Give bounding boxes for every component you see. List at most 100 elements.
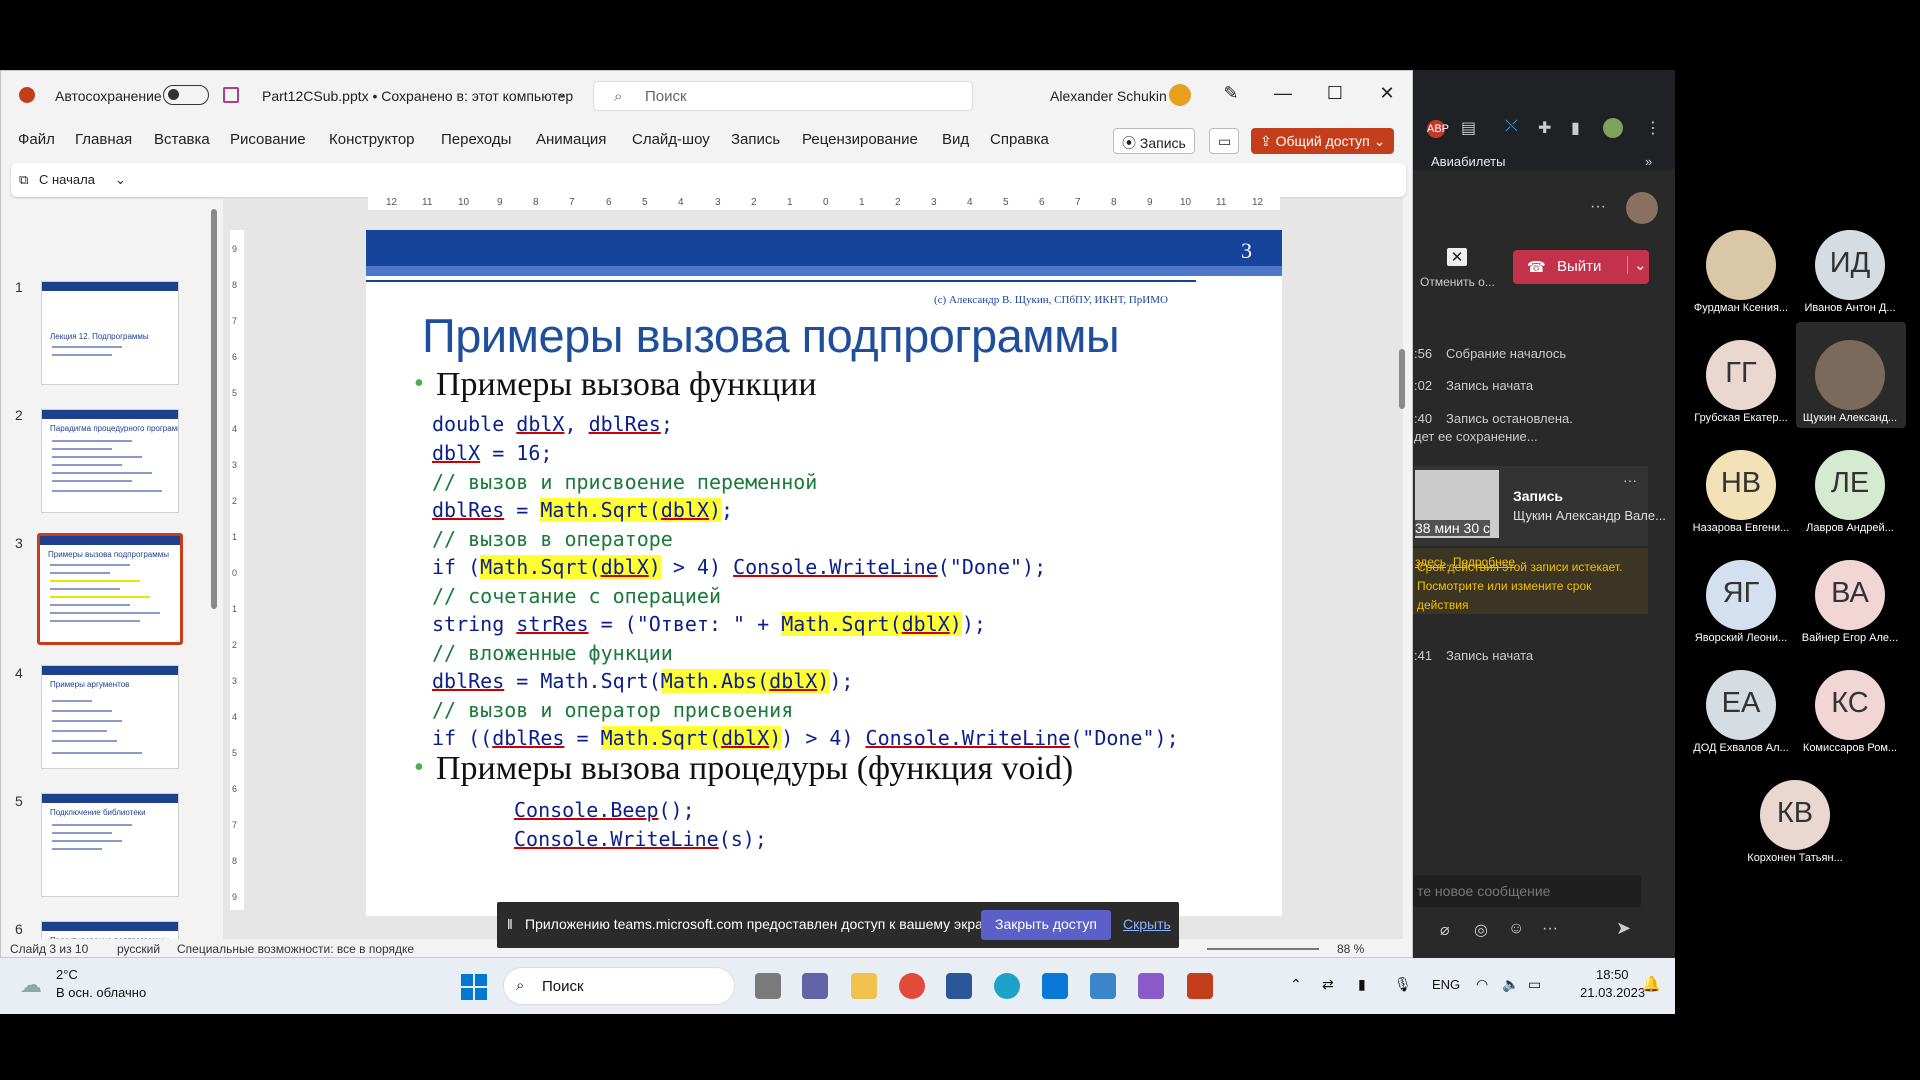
tab-insert[interactable]: Вставка <box>154 131 210 148</box>
profile-icon[interactable] <box>1603 118 1623 138</box>
adblock-icon[interactable]: ABP <box>1427 120 1449 138</box>
current-slide[interactable]: 3 (c) Александр В. Щукин, СПбПУ, ИКНТ, П… <box>366 230 1282 916</box>
notifications-icon[interactable]: 🔔 <box>1642 975 1661 993</box>
input-language[interactable]: ENG <box>1432 977 1460 992</box>
taskbar-search[interactable]: ⌕ Поиск <box>503 967 735 1005</box>
loop-icon[interactable]: ◎ <box>1474 920 1488 940</box>
participant-avatar[interactable]: НВ <box>1706 450 1776 520</box>
customize-qat-icon[interactable]: ⌄ <box>115 172 126 188</box>
teams-chat-icon[interactable] <box>802 973 828 999</box>
message-input[interactable]: те новое сообщение <box>1413 875 1641 907</box>
stop-sharing-button[interactable]: Закрыть доступ <box>981 910 1111 940</box>
cancel-label[interactable]: Отменить о... <box>1420 275 1495 289</box>
user-avatar-icon[interactable] <box>1169 84 1191 106</box>
self-avatar[interactable] <box>1626 192 1658 224</box>
chevron-down-icon[interactable]: ⌄ <box>1627 256 1647 274</box>
visual-studio-icon[interactable] <box>1138 973 1164 999</box>
save-icon[interactable] <box>223 87 239 103</box>
hide-notice-link[interactable]: Скрыть <box>1123 916 1171 932</box>
chevron-down-icon[interactable]: ⌄ <box>557 86 567 100</box>
task-view-icon[interactable] <box>755 973 781 999</box>
volume-icon[interactable]: 🔈 <box>1502 976 1519 993</box>
bookmarks-overflow-icon[interactable]: » <box>1645 154 1652 169</box>
extension-icon[interactable]: ▤ <box>1461 118 1476 138</box>
leave-button[interactable]: ☎ Выйти ⌄ <box>1513 250 1649 284</box>
clock-date[interactable]: 21.03.2023 <box>1580 985 1645 1000</box>
minimize-icon[interactable]: — <box>1271 83 1295 104</box>
weather-text[interactable]: В осн. облачно <box>56 985 146 1000</box>
canvas-scrollbar[interactable] <box>1397 199 1407 939</box>
weather-icon[interactable]: ☁ <box>20 972 42 998</box>
comments-button[interactable]: ▭ <box>1209 128 1239 154</box>
participant-avatar[interactable]: ВА <box>1815 560 1885 630</box>
tab-draw[interactable]: Рисование <box>230 131 306 148</box>
share-button[interactable]: ⇪ Общий доступ ⌄ <box>1251 128 1395 154</box>
battery-icon[interactable]: ▭ <box>1528 976 1541 993</box>
slide-thumbnail-4[interactable]: Примеры аргументов <box>41 665 179 769</box>
participant-avatar[interactable]: ГГ <box>1706 340 1776 410</box>
bullet-functions[interactable]: Примеры вызова функции <box>414 366 816 404</box>
send-icon[interactable]: ➤ <box>1616 918 1631 939</box>
clock-time[interactable]: 18:50 <box>1596 967 1629 982</box>
file-name[interactable]: Part12CSub.pptx • Сохранено в: этот комп… <box>262 88 573 104</box>
network-share-icon[interactable]: ⇄ <box>1322 976 1334 993</box>
word-icon[interactable] <box>946 973 972 999</box>
participant-avatar[interactable]: ЯГ <box>1706 560 1776 630</box>
participant-avatar[interactable] <box>1815 340 1885 410</box>
recording-card[interactable]: 38 мин 30 с Запись Щукин Александр Вале.… <box>1413 466 1666 546</box>
thumbnails-scrollbar[interactable] <box>209 199 219 939</box>
accessibility-status[interactable]: Специальные возможности: все в порядке <box>177 942 414 956</box>
slide-title[interactable]: Примеры вызова подпрограммы <box>422 308 1120 363</box>
attach-icon[interactable]: ⌀ <box>1440 920 1450 940</box>
participant-avatar[interactable]: ЛЕ <box>1815 450 1885 520</box>
tab-home[interactable]: Главная <box>75 131 132 148</box>
participant-avatar[interactable]: КВ <box>1760 780 1830 850</box>
notepad-icon[interactable] <box>1090 973 1116 999</box>
search-input[interactable]: Поиск <box>645 88 687 105</box>
tab-file[interactable]: Файл <box>18 131 55 148</box>
slide-thumbnail-5[interactable]: Подключение библиотеки <box>41 793 179 897</box>
more-icon[interactable]: ⋮ <box>1645 118 1661 138</box>
powerpoint-taskbar-icon[interactable] <box>1187 973 1213 999</box>
tab-record[interactable]: Запись <box>731 131 780 148</box>
cancel-icon[interactable]: ✕ <box>1447 248 1467 266</box>
sidepanel-icon[interactable]: ▮ <box>1571 118 1580 138</box>
bullet-procedures[interactable]: Примеры вызова процедуры (функция void) <box>414 750 1073 788</box>
zoom-level[interactable]: 88 % <box>1337 942 1364 956</box>
file-explorer-icon[interactable] <box>851 973 877 999</box>
tab-review[interactable]: Рецензирование <box>802 131 918 148</box>
puzzle-icon[interactable]: ✚ <box>1538 118 1551 138</box>
slide-thumbnail-3[interactable]: Примеры вызова подпрограммы <box>37 533 183 645</box>
tab-animations[interactable]: Анимация <box>536 131 606 148</box>
language-indicator[interactable]: русский <box>117 942 160 956</box>
tab-view[interactable]: Вид <box>942 131 969 148</box>
record-button[interactable]: ⦿ Запись <box>1113 128 1195 154</box>
wifi-icon[interactable]: ◠ <box>1476 976 1488 993</box>
translate-icon[interactable]: ⤬ <box>1505 118 1518 136</box>
emoji-icon[interactable]: ☺ <box>1508 920 1524 938</box>
participant-avatar[interactable]: КС <box>1815 670 1885 740</box>
more-actions-icon[interactable]: ··· <box>1542 920 1558 938</box>
participant-avatar[interactable]: ИД <box>1815 230 1885 300</box>
participant-avatar[interactable]: ЕА <box>1706 670 1776 740</box>
edge-icon[interactable] <box>994 973 1020 999</box>
slide-thumbnail-2[interactable]: Парадигма процедурного программирования <box>41 409 179 513</box>
tab-transitions[interactable]: Переходы <box>441 131 511 148</box>
tray-overflow-icon[interactable]: ⌃ <box>1290 976 1302 993</box>
user-name[interactable]: Alexander Schukin <box>1050 88 1167 104</box>
bookmark-aviatickets[interactable]: Авиабилеты <box>1431 154 1505 169</box>
pen-icon[interactable]: ✎ <box>1219 83 1243 104</box>
close-icon[interactable]: ✕ <box>1375 83 1399 104</box>
tab-help[interactable]: Справка <box>990 131 1049 148</box>
weather-temp[interactable]: 2°C <box>56 967 78 982</box>
tab-slideshow[interactable]: Слайд-шоу <box>632 131 710 148</box>
microphone-icon[interactable]: 🎙 <box>1394 976 1412 993</box>
participant-avatar[interactable] <box>1706 230 1776 300</box>
slide-thumbnail-1[interactable]: Лекция 12. Подпрограммы <box>41 281 179 385</box>
zoom-slider[interactable] <box>1207 948 1319 950</box>
recording-more-icon[interactable]: ··· <box>1623 472 1637 488</box>
drag-handle-icon[interactable]: ‖ <box>507 916 513 932</box>
search-box[interactable]: ⌕ Поиск <box>593 81 973 111</box>
more-options-icon[interactable]: ··· <box>1590 198 1606 216</box>
signal-icon[interactable]: ▮ <box>1358 976 1366 993</box>
